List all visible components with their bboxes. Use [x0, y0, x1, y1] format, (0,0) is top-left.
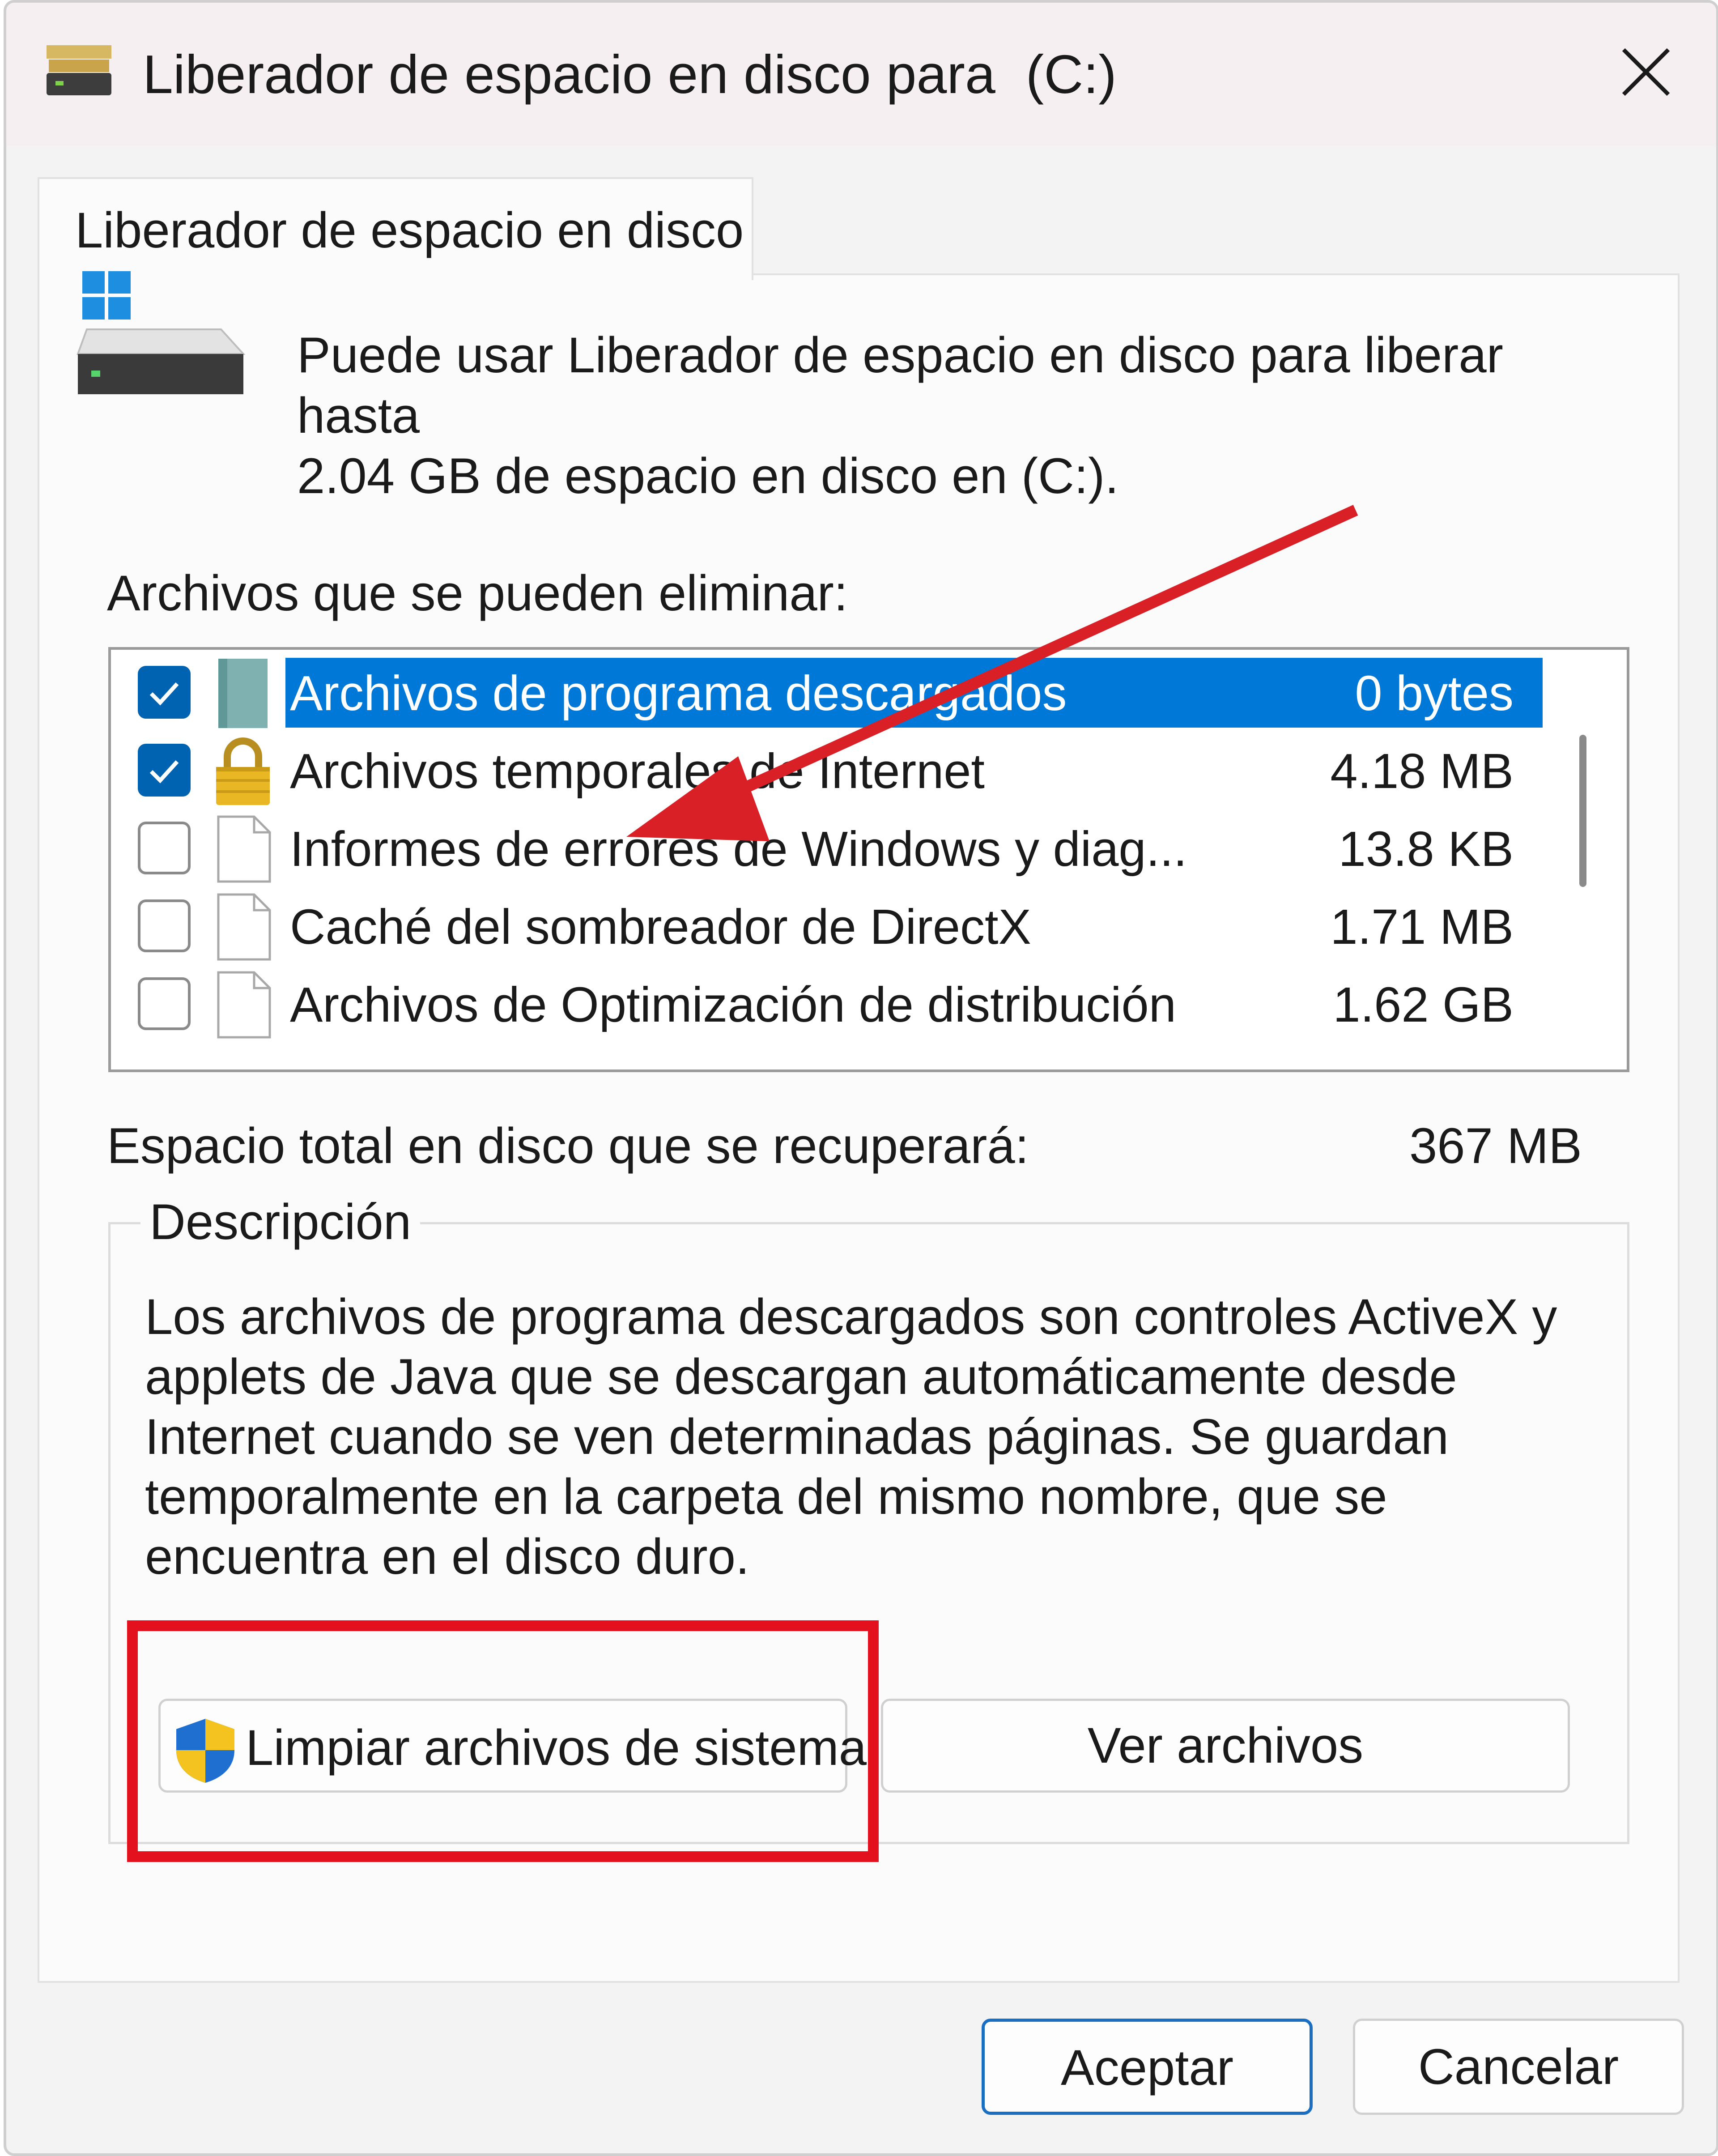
checkbox-temporary-internet-files[interactable]: [138, 744, 191, 797]
disk-cleanup-app-icon: [47, 45, 111, 95]
tab-label: Liberador de espacio en disco: [75, 202, 744, 258]
list-item[interactable]: Archivos de Optimización de distribución…: [111, 966, 1543, 1042]
list-item[interactable]: Archivos temporales de Internet 4.18 MB: [111, 732, 1543, 808]
annotation-highlight-box: [127, 1620, 879, 1862]
list-item[interactable]: Archivos de programa descargados 0 bytes: [111, 654, 1543, 730]
window-title: Liberador de espacio en disco para (C:): [143, 44, 1117, 105]
list-item[interactable]: Caché del sombreador de DirectX 1.71 MB: [111, 888, 1543, 964]
total-space-label: Espacio total en disco que se recuperará…: [107, 1118, 1029, 1174]
tab-disk-cleanup[interactable]: Liberador de espacio en disco: [38, 177, 753, 280]
files-list-label: Archivos que se pueden eliminar:: [107, 565, 848, 621]
cancel-button[interactable]: Cancelar: [1353, 2019, 1684, 2115]
list-item[interactable]: Informes de errores de Windows y diag...…: [111, 810, 1543, 886]
item-name: Caché del sombreador de DirectX: [290, 899, 1031, 954]
disk-cleanup-window: Liberador de espacio en disco para (C:) …: [4, 0, 1718, 2156]
checkmark-icon: [149, 760, 179, 784]
item-size: 0 bytes: [1355, 666, 1514, 721]
description-legend: Descripción: [140, 1189, 421, 1256]
lock-icon: [216, 737, 270, 805]
item-name: Archivos de programa descargados: [290, 666, 1067, 721]
drive-icon: [77, 271, 246, 394]
total-space-value: 367 MB: [1409, 1118, 1582, 1174]
close-icon[interactable]: [1612, 38, 1680, 106]
description-text: Los archivos de programa descargados son…: [145, 1289, 1557, 1585]
intro-line-1: Puede usar Liberador de espacio en disco…: [297, 327, 1503, 443]
folder-icon: [218, 659, 268, 728]
item-name: Archivos temporales de Internet: [290, 744, 985, 799]
checkbox-windows-error-reports[interactable]: [138, 822, 191, 874]
item-name: Informes de errores de Windows y diag...: [290, 822, 1187, 877]
view-files-button[interactable]: Ver archivos: [881, 1699, 1570, 1793]
document-icon: [217, 893, 271, 961]
item-size: 1.62 GB: [1333, 977, 1514, 1032]
checkmark-icon: [149, 682, 179, 706]
checkbox-directx-shader-cache[interactable]: [138, 899, 191, 952]
ok-button[interactable]: Aceptar: [982, 2019, 1313, 2115]
document-icon: [217, 815, 271, 883]
files-listbox[interactable]: Archivos de programa descargados 0 bytes…: [108, 647, 1629, 1072]
checkbox-delivery-optimization-files[interactable]: [138, 977, 191, 1030]
intro-text: Puede usar Liberador de espacio en disco…: [297, 325, 1639, 506]
item-size: 1.71 MB: [1330, 899, 1514, 954]
item-name: Archivos de Optimización de distribución: [290, 977, 1176, 1032]
intro-line-2: 2.04 GB de espacio en disco en (C:).: [297, 448, 1119, 504]
title-bar: Liberador de espacio en disco para (C:): [6, 3, 1716, 146]
item-size: 4.18 MB: [1330, 744, 1514, 799]
item-size: 13.8 KB: [1338, 822, 1514, 877]
document-icon: [217, 971, 271, 1039]
list-scrollbar-thumb[interactable]: [1579, 735, 1586, 887]
checkbox-downloaded-program-files[interactable]: [138, 666, 191, 719]
